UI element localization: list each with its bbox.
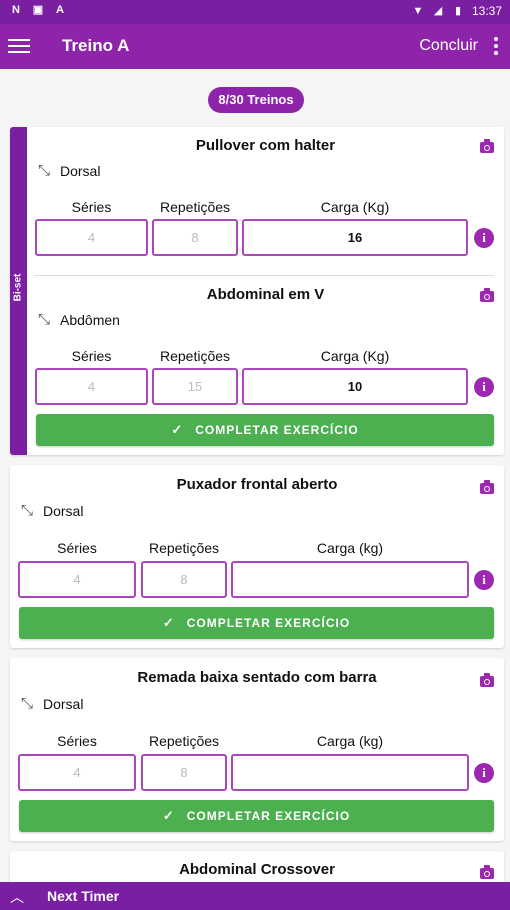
muscle-group: ⤡ Dorsal — [19, 695, 84, 713]
load-field[interactable]: 16 — [242, 219, 468, 256]
series-field[interactable]: 4 — [35, 219, 148, 256]
reps-label: Repetições — [148, 733, 220, 749]
complete-exercise-button[interactable]: ✓ COMPLETAR EXERCÍCIO — [36, 414, 494, 446]
reps-field[interactable]: 8 — [141, 754, 227, 791]
biset-strip: Bi-set — [10, 127, 27, 455]
info-icon[interactable]: i — [474, 377, 494, 397]
series-label: Séries — [71, 199, 112, 215]
page-title: Treino A — [62, 36, 130, 55]
reps-field[interactable]: 8 — [152, 219, 238, 256]
expand-arrows-icon: ⤡ — [37, 311, 50, 328]
exercise-card-crossover: Abdominal Crossover — [10, 851, 504, 882]
progress-badge: 8/30 Treinos — [208, 87, 304, 113]
muscle-label: Dorsal — [43, 696, 84, 712]
next-timer-bar[interactable]: ︿ Next Timer — [0, 882, 510, 910]
muscle-label: Abdômen — [60, 312, 120, 328]
chevron-up-icon: ︿ — [10, 889, 24, 905]
image-icon: ▣ — [32, 4, 44, 16]
workout-list[interactable]: 8/30 Treinos Bi-set Pullover com halter … — [0, 69, 510, 882]
font-icon: A — [56, 4, 64, 16]
load-label: Carga (kg) — [316, 540, 384, 556]
exercise-title: Pullover com halter — [195, 137, 336, 154]
exercise-title: Puxador frontal aberto — [176, 476, 338, 493]
camera-icon[interactable] — [480, 673, 494, 687]
expand-arrows-icon: ⤡ — [20, 695, 33, 712]
camera-icon[interactable] — [480, 288, 494, 302]
load-field[interactable] — [231, 561, 469, 598]
exercise-card-remada: Remada baixa sentado com barra ⤡ Dorsal … — [10, 658, 504, 841]
muscle-label: Dorsal — [43, 503, 84, 519]
signal-icon: ◢ — [433, 5, 443, 17]
series-field[interactable]: 4 — [18, 754, 136, 791]
check-icon: ✓ — [171, 422, 184, 437]
exercise-title: Remada baixa sentado com barra — [137, 669, 377, 686]
battery-icon: ▮ — [454, 5, 461, 17]
complete-exercise-button[interactable]: ✓ COMPLETAR EXERCÍCIO — [19, 800, 494, 832]
check-icon: ✓ — [162, 808, 175, 823]
wifi-icon: ▼ — [412, 5, 424, 17]
info-icon[interactable]: i — [474, 763, 494, 783]
load-field[interactable]: 10 — [242, 368, 468, 405]
nfc-icon: N — [12, 4, 20, 16]
menu-icon[interactable] — [8, 36, 30, 56]
exercise-pullover: Pullover com halter ⤡ Dorsal Séries Repe… — [27, 127, 504, 275]
exercise-card-puxador: Puxador frontal aberto ⤡ Dorsal Séries R… — [10, 465, 504, 648]
series-label: Séries — [57, 540, 97, 556]
status-time: 13:37 — [471, 4, 502, 18]
info-icon[interactable]: i — [474, 228, 494, 248]
muscle-label: Dorsal — [60, 163, 101, 179]
load-label: Carga (kg) — [316, 733, 384, 749]
reps-label: Repetições — [159, 348, 231, 364]
camera-icon[interactable] — [480, 865, 494, 879]
muscle-group: ⤡ Dorsal — [19, 502, 84, 520]
exercise-title: Abdominal em V — [206, 286, 325, 303]
expand-arrows-icon: ⤡ — [37, 162, 50, 179]
load-label: Carga (Kg) — [320, 348, 390, 364]
concluir-button[interactable]: Concluir — [419, 37, 478, 55]
expand-arrows-icon: ⤡ — [20, 502, 33, 519]
series-label: Séries — [57, 733, 97, 749]
series-field[interactable]: 4 — [18, 561, 136, 598]
load-label: Carga (Kg) — [320, 199, 390, 215]
reps-label: Repetições — [148, 540, 220, 556]
biset-label: Bi-set — [12, 273, 24, 302]
camera-icon[interactable] — [480, 139, 494, 153]
camera-icon[interactable] — [480, 480, 494, 494]
complete-exercise-button[interactable]: ✓ COMPLETAR EXERCÍCIO — [19, 607, 494, 639]
reps-label: Repetições — [159, 199, 231, 215]
biset-card: Bi-set Pullover com halter ⤡ Dorsal Séri… — [10, 127, 504, 455]
reps-field[interactable]: 15 — [152, 368, 238, 405]
exercise-abdominal-v: Abdominal em V ⤡ Abdômen Séries Repetiçõ… — [27, 276, 504, 416]
more-options-icon[interactable] — [494, 37, 498, 58]
app-bar: Treino A Concluir — [0, 24, 510, 69]
muscle-group: ⤡ Dorsal — [36, 162, 101, 180]
series-label: Séries — [71, 348, 112, 364]
status-bar: N ▣ A ▼ ◢ ▮ 13:37 — [0, 0, 510, 24]
check-icon: ✓ — [162, 615, 175, 630]
exercise-title: Abdominal Crossover — [179, 861, 335, 878]
muscle-group: ⤡ Abdômen — [36, 311, 120, 329]
info-icon[interactable]: i — [474, 570, 494, 590]
series-field[interactable]: 4 — [35, 368, 148, 405]
load-field[interactable] — [231, 754, 469, 791]
next-timer-label: Next Timer — [47, 888, 120, 904]
reps-field[interactable]: 8 — [141, 561, 227, 598]
